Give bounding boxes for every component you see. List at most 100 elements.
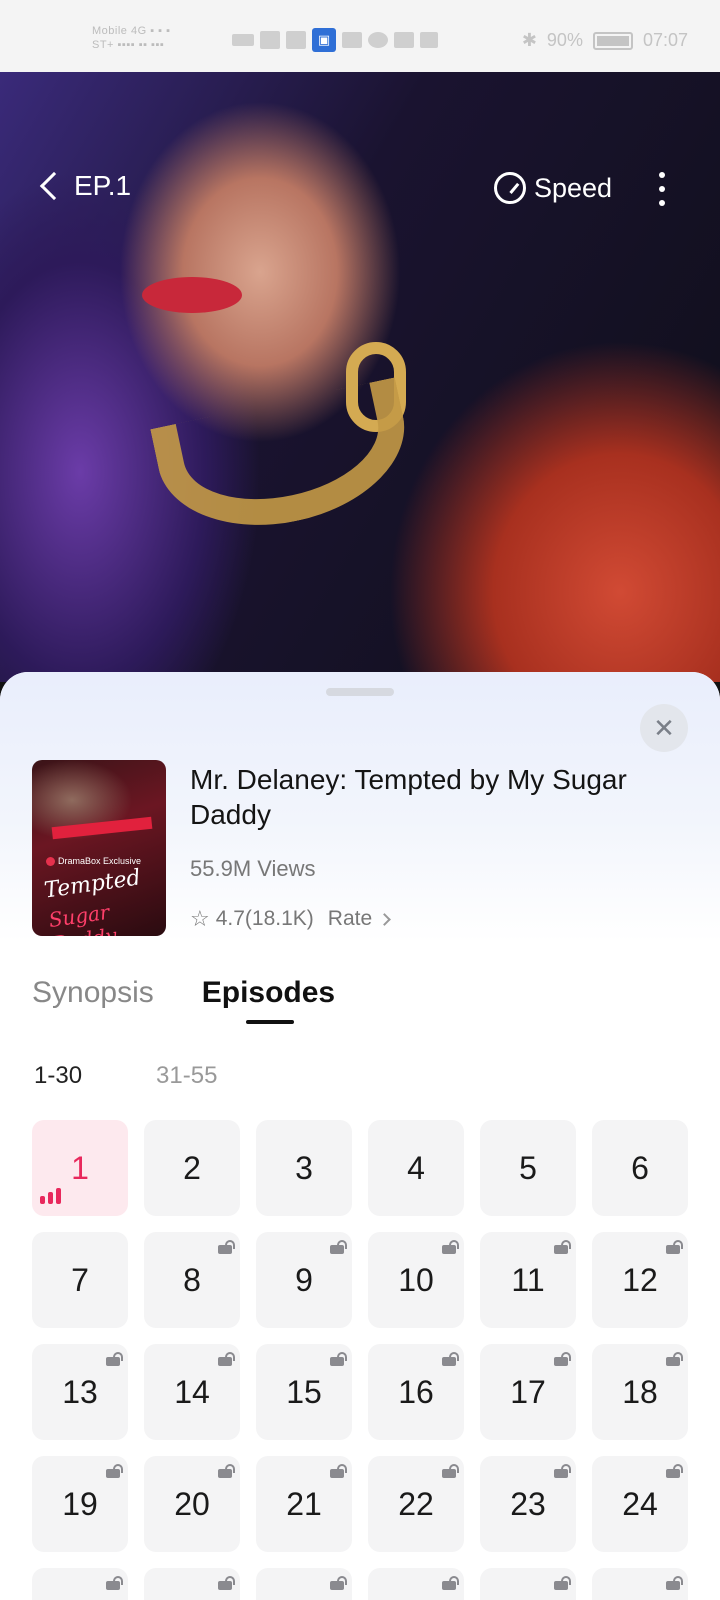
episode-tile[interactable]: 2 xyxy=(144,1120,240,1216)
episode-tile[interactable]: 6 xyxy=(592,1120,688,1216)
episode-tile[interactable]: 7 xyxy=(32,1232,128,1328)
episode-number: 13 xyxy=(62,1373,98,1410)
episode-number: 5 xyxy=(519,1149,537,1186)
star-icon: ☆ xyxy=(190,906,210,931)
episode-number: 19 xyxy=(62,1485,98,1522)
episode-tile[interactable]: 3 xyxy=(256,1120,352,1216)
bluetooth-icon: ✱ xyxy=(521,30,537,50)
episode-tile[interactable]: 21 xyxy=(256,1456,352,1552)
episode-tile[interactable]: 16 xyxy=(368,1344,464,1440)
episode-tile[interactable]: 22 xyxy=(368,1456,464,1552)
episode-tile[interactable]: 4 xyxy=(368,1120,464,1216)
episode-number: 7 xyxy=(71,1261,89,1298)
close-button[interactable]: ✕ xyxy=(640,704,688,752)
carrier-line-2: ST+ ▪▪▪▪ ▪▪ ▪▪▪ xyxy=(92,39,165,51)
episode-number: 17 xyxy=(510,1373,546,1410)
unlock-icon xyxy=(554,1576,571,1590)
episode-tile[interactable]: 20 xyxy=(144,1456,240,1552)
rate-button[interactable]: Rate xyxy=(327,907,392,931)
unlock-icon xyxy=(218,1576,235,1590)
unlock-icon xyxy=(442,1240,459,1254)
cover-brand-text: DramaBox Exclusive xyxy=(58,856,142,866)
episode-tile[interactable]: 14 xyxy=(144,1344,240,1440)
drama-title: Mr. Delaney: Tempted by My Sugar Daddy xyxy=(190,764,627,830)
episode-tile[interactable]: 18 xyxy=(592,1344,688,1440)
range-1-30[interactable]: 1-30 xyxy=(34,1062,82,1090)
episode-tile[interactable]: 26 xyxy=(144,1568,240,1600)
unlock-icon xyxy=(554,1240,571,1254)
speed-button[interactable]: Speed xyxy=(494,172,612,204)
rate-label: Rate xyxy=(327,907,373,930)
episode-number: 20 xyxy=(174,1485,210,1522)
rating-row: ☆ 4.7(18.1K) Rate xyxy=(190,906,392,932)
unlock-icon xyxy=(106,1576,123,1590)
episode-number: 21 xyxy=(286,1485,322,1522)
video-player[interactable] xyxy=(0,72,720,682)
episode-tile[interactable]: 19 xyxy=(32,1456,128,1552)
episode-number: 4 xyxy=(407,1149,425,1186)
unlock-icon xyxy=(330,1576,347,1590)
unlock-icon xyxy=(666,1240,683,1254)
range-31-55[interactable]: 31-55 xyxy=(156,1062,217,1090)
episode-tile[interactable]: 12 xyxy=(592,1232,688,1328)
episodes-sheet: ✕ DramaBox Exclusive Tempted Sugar Daddy… xyxy=(0,672,720,1600)
unlock-icon xyxy=(666,1352,683,1366)
cover-art-detail xyxy=(51,816,153,840)
hd-icon xyxy=(232,34,254,46)
episode-number: 1 xyxy=(71,1149,89,1186)
episode-tile[interactable]: 23 xyxy=(480,1456,576,1552)
episode-number: 15 xyxy=(286,1373,322,1410)
tab-episodes[interactable]: Episodes xyxy=(202,976,335,1024)
episode-grid: 1234567891011121314151617181920212223242… xyxy=(32,1120,688,1600)
back-button[interactable]: EP.1 xyxy=(36,170,131,202)
episode-number: 10 xyxy=(398,1261,434,1298)
tab-synopsis[interactable]: Synopsis xyxy=(32,976,154,1010)
notification-icons: ▣ xyxy=(232,28,438,52)
carrier-line-1: Mobile 4G ▪ ▪ ▪ xyxy=(92,25,171,37)
episode-number: 23 xyxy=(510,1485,546,1522)
unlock-icon xyxy=(218,1464,235,1478)
unlock-icon xyxy=(330,1352,347,1366)
signal-icon xyxy=(260,31,280,49)
unlock-icon xyxy=(666,1576,683,1590)
episode-tile[interactable]: 28 xyxy=(368,1568,464,1600)
episode-tile[interactable]: 11 xyxy=(480,1232,576,1328)
close-icon: ✕ xyxy=(653,713,675,743)
episode-number: 12 xyxy=(622,1261,658,1298)
unlock-icon xyxy=(330,1240,347,1254)
sheet-tabs: Synopsis Episodes xyxy=(32,976,335,1024)
unlock-icon xyxy=(106,1352,123,1366)
view-count: 55.9M Views xyxy=(190,856,316,881)
episode-tile[interactable]: 29 xyxy=(480,1568,576,1600)
episode-tile[interactable]: 27 xyxy=(256,1568,352,1600)
episode-number: 14 xyxy=(174,1373,210,1410)
unlock-icon xyxy=(442,1464,459,1478)
episode-tile[interactable]: 9 xyxy=(256,1232,352,1328)
episode-number: 6 xyxy=(631,1149,649,1186)
episode-tile[interactable]: 25 xyxy=(32,1568,128,1600)
episode-number: 18 xyxy=(622,1373,658,1410)
episode-tile[interactable]: 1 xyxy=(32,1120,128,1216)
episode-tile[interactable]: 13 xyxy=(32,1344,128,1440)
episode-number: 9 xyxy=(295,1261,313,1298)
rating-value: 4.7(18.1K) xyxy=(215,907,314,930)
drama-cover[interactable]: DramaBox Exclusive Tempted Sugar Daddy xyxy=(32,760,166,936)
chevron-right-icon xyxy=(378,912,392,926)
episode-tile[interactable]: 30 xyxy=(592,1568,688,1600)
cover-brand: DramaBox Exclusive xyxy=(46,856,141,866)
video-frame-detail xyxy=(150,377,420,547)
sheet-drag-handle[interactable] xyxy=(326,688,394,696)
video-frame-detail xyxy=(142,277,242,313)
episode-number: 24 xyxy=(622,1485,658,1522)
more-options-button[interactable] xyxy=(652,172,672,206)
notification-icon xyxy=(368,32,388,48)
episode-tile[interactable]: 8 xyxy=(144,1232,240,1328)
episode-tile[interactable]: 17 xyxy=(480,1344,576,1440)
more-dot xyxy=(659,186,665,192)
dramabox-logo-icon xyxy=(46,856,55,866)
episode-tile[interactable]: 15 xyxy=(256,1344,352,1440)
episode-tile[interactable]: 5 xyxy=(480,1120,576,1216)
episode-number: 16 xyxy=(398,1373,434,1410)
episode-tile[interactable]: 24 xyxy=(592,1456,688,1552)
episode-tile[interactable]: 10 xyxy=(368,1232,464,1328)
